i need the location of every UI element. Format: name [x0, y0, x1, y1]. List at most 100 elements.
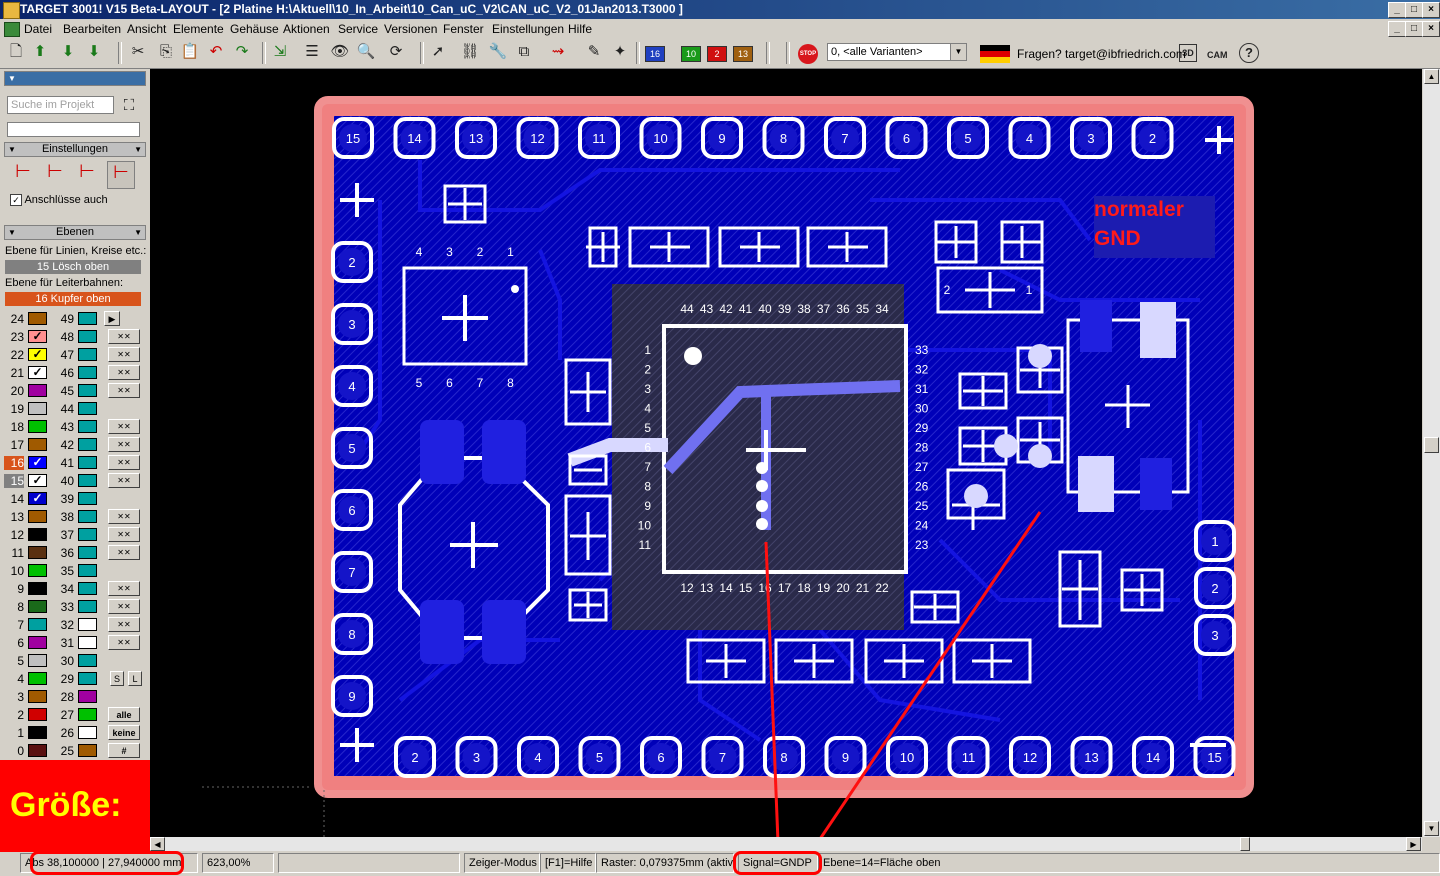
- mdi-restore-button[interactable]: □: [1405, 21, 1423, 37]
- maximize-button[interactable]: □: [1405, 2, 1423, 18]
- layer-badge-2[interactable]: 2: [707, 46, 727, 62]
- menu-aktionen[interactable]: Aktionen: [283, 22, 330, 36]
- scroll-up-icon[interactable]: ▲: [1424, 69, 1439, 84]
- layer-toggle-icon[interactable]: ✕✕: [108, 329, 140, 344]
- layer-color-swatch[interactable]: [78, 654, 97, 667]
- layer-badge-13[interactable]: 13: [733, 46, 753, 62]
- layer-color-swatch[interactable]: [78, 420, 97, 433]
- layer-toggle-icon[interactable]: ✕✕: [108, 635, 140, 650]
- layer-color-swatch[interactable]: [78, 510, 97, 523]
- save-icon[interactable]: ⬇: [58, 42, 78, 62]
- snap-icon-2[interactable]: ⊢: [42, 161, 68, 187]
- scroll-down-icon[interactable]: ▼: [1424, 821, 1439, 836]
- mdi-close-button[interactable]: ×: [1422, 21, 1440, 37]
- layer-color-swatch[interactable]: [28, 744, 47, 757]
- view-icon[interactable]: 👁: [330, 42, 350, 62]
- layer-color-swatch[interactable]: [28, 510, 47, 523]
- pen-icon[interactable]: ✎: [584, 42, 604, 62]
- checkbox-check-icon[interactable]: ✓: [10, 194, 22, 206]
- layer-color-swatch[interactable]: [78, 672, 97, 685]
- document-icon[interactable]: [4, 22, 20, 37]
- layer-color-swatch[interactable]: [78, 492, 97, 505]
- menu-hilfe[interactable]: Hilfe: [568, 22, 592, 36]
- layer-toggle-icon[interactable]: ✕✕: [108, 365, 140, 380]
- layer-color-swatch[interactable]: [78, 348, 97, 361]
- layer-color-swatch[interactable]: [28, 618, 47, 631]
- snap-icon-3[interactable]: ⊢: [74, 161, 100, 187]
- redo-icon[interactable]: ↷: [232, 42, 252, 62]
- cut-icon[interactable]: ✂: [128, 42, 148, 62]
- layer-color-swatch[interactable]: [28, 438, 47, 451]
- layer-color-swatch[interactable]: [28, 654, 47, 667]
- menu-versionen[interactable]: Versionen: [384, 22, 437, 36]
- layer-color-swatch[interactable]: [78, 312, 97, 325]
- minimize-button[interactable]: _: [1388, 2, 1406, 18]
- settings-header[interactable]: ▼ Einstellungen ▼: [4, 142, 146, 157]
- layer-color-swatch[interactable]: [78, 726, 97, 739]
- layer-color-swatch[interactable]: ✓: [28, 348, 47, 361]
- scroll-left-icon[interactable]: ◀: [150, 837, 165, 851]
- layer-color-swatch[interactable]: [78, 564, 97, 577]
- layer-color-swatch[interactable]: [78, 384, 97, 397]
- layer-expand-icon[interactable]: ▶: [104, 311, 120, 326]
- snap-icon-1[interactable]: ⊢: [10, 161, 36, 187]
- layer-color-swatch[interactable]: [28, 546, 47, 559]
- layer-hash-button[interactable]: #: [108, 743, 140, 758]
- menu-elemente[interactable]: Elemente: [173, 22, 224, 36]
- help-icon[interactable]: ?: [1239, 43, 1259, 63]
- german-flag-icon[interactable]: [980, 45, 1010, 63]
- layer-color-swatch[interactable]: [78, 546, 97, 559]
- layer-color-swatch[interactable]: [78, 402, 97, 415]
- layers-icon[interactable]: ☰: [302, 42, 322, 62]
- layer-toggle-icon[interactable]: ✕✕: [108, 581, 140, 596]
- layer-color-swatch[interactable]: ✓: [28, 366, 47, 379]
- refresh-icon[interactable]: ⟳: [386, 42, 406, 62]
- dropdown-arrow-icon[interactable]: ▼: [950, 44, 966, 60]
- layer-color-swatch[interactable]: [28, 726, 47, 739]
- stop-icon[interactable]: STOP: [798, 44, 818, 64]
- bus-icon[interactable]: ⧉: [514, 42, 534, 62]
- no-layers-button[interactable]: keine: [108, 725, 140, 740]
- layer-color-swatch[interactable]: [78, 600, 97, 613]
- layer-color-swatch[interactable]: [78, 456, 97, 469]
- layer-color-swatch[interactable]: [78, 438, 97, 451]
- layer-color-swatch[interactable]: [78, 744, 97, 757]
- layer-color-swatch[interactable]: [28, 528, 47, 541]
- layer-toggle-icon[interactable]: ✕✕: [108, 527, 140, 542]
- layer-toggle-icon[interactable]: ✕✕: [108, 455, 140, 470]
- scroll-thumb-horizontal[interactable]: [1240, 837, 1250, 851]
- save-as-icon[interactable]: ⬇: [84, 42, 104, 62]
- layer-color-swatch[interactable]: [28, 636, 47, 649]
- layer-toggle-icon[interactable]: ✕✕: [108, 599, 140, 614]
- menu-einstellungen[interactable]: Einstellungen: [492, 22, 564, 36]
- layer-s-button[interactable]: S: [110, 671, 124, 686]
- layer-toggle-icon[interactable]: ✕✕: [108, 383, 140, 398]
- search-result-field[interactable]: [7, 122, 140, 137]
- layers-header[interactable]: ▼ Ebenen ▼: [4, 225, 146, 240]
- layer-badge-10[interactable]: 10: [681, 46, 701, 62]
- layer-l-button[interactable]: L: [128, 671, 142, 686]
- layer-color-swatch[interactable]: [78, 708, 97, 721]
- close-button[interactable]: ×: [1422, 2, 1440, 18]
- layer-toggle-icon[interactable]: ✕✕: [108, 509, 140, 524]
- layout-canvas[interactable]: 44 43 42 41 40 39 38 37 36 35 34 12 13 14 15 16 17 18 19 20…: [150, 69, 1422, 837]
- net-icon[interactable]: ⇝: [548, 42, 568, 62]
- layer-toggle-icon[interactable]: ✕✕: [108, 545, 140, 560]
- layer-color-swatch[interactable]: ✓: [28, 456, 47, 469]
- snap-icon-4[interactable]: ⊢: [107, 161, 135, 189]
- layer-color-swatch[interactable]: [28, 708, 47, 721]
- layer-color-swatch[interactable]: [28, 402, 47, 415]
- paste-icon[interactable]: 📋: [180, 42, 200, 62]
- layer-color-swatch[interactable]: [78, 474, 97, 487]
- layer-color-swatch[interactable]: [78, 366, 97, 379]
- cam-icon[interactable]: CAM: [1207, 48, 1228, 62]
- layer-color-swatch[interactable]: ✓: [28, 474, 47, 487]
- track-layer-select[interactable]: 16 Kupfer oben: [5, 292, 141, 306]
- layer-color-swatch[interactable]: [78, 528, 97, 541]
- open-icon[interactable]: ⬆: [30, 42, 50, 62]
- undo-icon[interactable]: ↶: [206, 42, 226, 62]
- layer-toggle-icon[interactable]: ✕✕: [108, 437, 140, 452]
- wrench-icon[interactable]: 🔧: [488, 42, 508, 62]
- layer-color-swatch[interactable]: [28, 582, 47, 595]
- menu-gehaeuse[interactable]: Gehäuse: [230, 22, 279, 36]
